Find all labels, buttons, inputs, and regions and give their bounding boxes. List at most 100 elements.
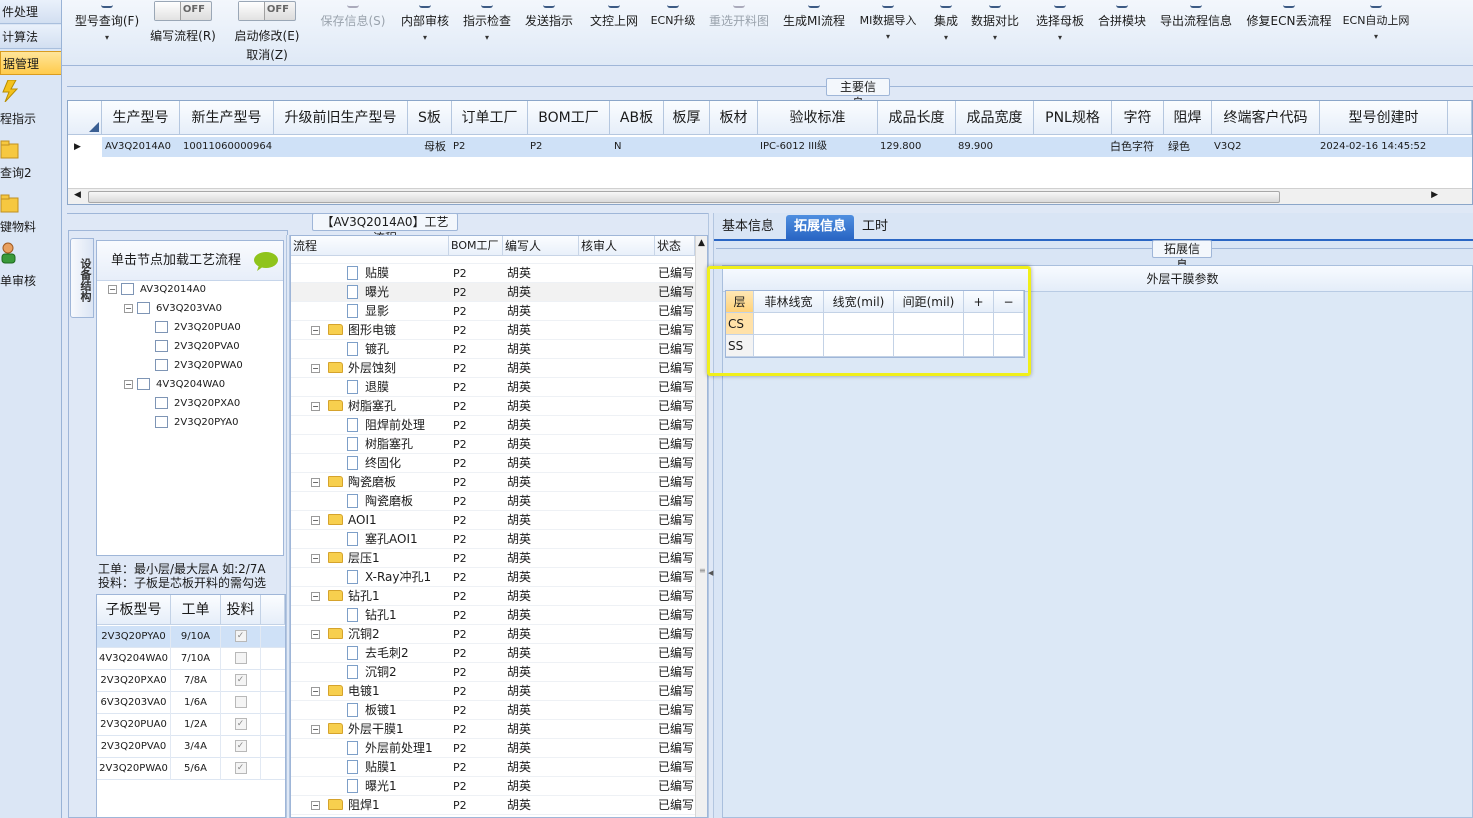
flow-node[interactable]: 曝光 <box>347 283 389 302</box>
table-row[interactable]: 2V3Q20PYA0 9/10A ✓ <box>97 626 285 648</box>
flow-node[interactable]: − 电镀1 <box>311 682 380 701</box>
column-header-overflow[interactable] <box>1448 101 1472 135</box>
nav-item-key-material[interactable]: 键物料 <box>0 190 61 238</box>
cancel-label[interactable]: 取消(Z) <box>232 46 302 63</box>
save-info-button[interactable]: 保存信息(S) <box>316 0 390 64</box>
nav-item-review[interactable]: 单审核 <box>0 242 61 290</box>
flow-node[interactable]: − 陶瓷磨板 <box>311 473 396 492</box>
column-header[interactable]: 升级前旧生产型号 <box>274 101 408 135</box>
column-header[interactable]: 新生产型号 <box>180 101 274 135</box>
write-flow-toggle[interactable]: OFF 编写流程(R) <box>148 0 218 64</box>
column-header[interactable]: 编写人 <box>503 236 579 256</box>
ecn-upgrade-button[interactable]: ECN升级 <box>648 0 698 64</box>
flow-row[interactable]: 塞孔AOI1 P2 胡英 已编写 <box>291 530 695 549</box>
flow-row[interactable]: 显影 P2 胡英 已编写 <box>291 302 695 321</box>
flow-node[interactable]: 终固化 <box>347 454 401 473</box>
flow-node[interactable]: 曝光1 <box>347 777 397 796</box>
collapse-icon[interactable]: − <box>311 630 320 639</box>
flow-row[interactable]: 贴膜 P2 胡英 已编写 <box>291 264 695 283</box>
collapse-icon[interactable]: − <box>311 478 320 487</box>
column-header[interactable]: 生产型号 <box>102 101 180 135</box>
flow-row[interactable]: 贴膜1 P2 胡英 已编写 <box>291 758 695 777</box>
flow-node[interactable]: − AOI1 <box>311 511 377 530</box>
flow-row[interactable]: − 树脂塞孔 P2 胡英 已编写 <box>291 397 695 416</box>
merge-module-button[interactable]: 合拼模块 <box>1096 0 1148 64</box>
flow-row[interactable]: 终固化 P2 胡英 已编写 <box>291 454 695 473</box>
collapse-icon[interactable]: − <box>108 285 117 294</box>
scroll-grip-icon[interactable]: ≡ <box>699 566 706 575</box>
repair-ecn-flow-button[interactable]: 修复ECN丢流程 <box>1246 0 1332 64</box>
tab-work-hours[interactable]: 工时 <box>854 215 896 239</box>
data-compare-button[interactable]: 数据对比 ▾ <box>970 0 1020 64</box>
flow-node[interactable]: 沉铜2 <box>347 663 397 682</box>
flow-row[interactable]: 陶瓷磨板 P2 胡英 已编写 <box>291 492 695 511</box>
flow-row[interactable]: 外层前处理1 P2 胡英 已编写 <box>291 739 695 758</box>
column-header[interactable]: 核审人 <box>579 236 655 256</box>
flow-node[interactable]: 去毛刺2 <box>347 644 409 663</box>
collapse-icon[interactable]: − <box>311 592 320 601</box>
table-row[interactable]: 2V3Q20PUA0 1/2A ✓ <box>97 714 285 736</box>
toggle-switch[interactable]: OFF <box>238 1 296 21</box>
model-query-button[interactable]: 型号查询(F) ▾ <box>72 0 142 64</box>
tree-node[interactable]: 2V3Q20PXA0 <box>155 394 240 413</box>
tab-extended-info[interactable]: 拓展信息 <box>786 215 855 239</box>
flow-node[interactable]: − 树脂塞孔 <box>311 397 396 416</box>
material-checkbox[interactable] <box>234 696 247 708</box>
column-header[interactable]: 流程 <box>291 236 449 256</box>
column-header[interactable]: 终端客户代码 <box>1212 101 1320 135</box>
horizontal-scrollbar[interactable]: ◀ ▶ <box>68 188 1472 204</box>
column-header[interactable]: 字符 <box>1112 101 1164 135</box>
flow-node[interactable]: 板镀1 <box>347 701 397 720</box>
generate-mi-flow-button[interactable]: 生成MI流程 <box>778 0 850 64</box>
flow-row[interactable]: − 阻焊1 P2 胡英 已编写 <box>291 796 695 815</box>
nav-item-process-instruction[interactable]: 程指示 <box>0 80 61 128</box>
collapse-icon[interactable]: − <box>311 326 320 335</box>
flow-node[interactable]: − 钻孔1 <box>311 587 380 606</box>
column-header[interactable]: PNL规格 <box>1034 101 1112 135</box>
flow-row[interactable]: 曝光1 P2 胡英 已编写 <box>291 777 695 796</box>
table-row[interactable]: 2V3Q20PVA0 3/4A ✓ <box>97 736 285 758</box>
material-checkbox[interactable]: ✓ <box>234 718 247 730</box>
column-header[interactable]: 子板型号 <box>97 595 171 625</box>
send-instruction-button[interactable]: 发送指示 <box>522 0 576 64</box>
column-header[interactable]: 板厚 <box>664 101 710 135</box>
flow-node[interactable]: − 外层蚀刻 <box>311 359 396 378</box>
nav-item-file[interactable]: 件处理 <box>0 0 61 24</box>
column-header[interactable]: AB板 <box>610 101 664 135</box>
toggle-switch[interactable]: OFF <box>154 1 212 21</box>
flow-row[interactable]: − 钻孔1 P2 胡英 已编写 <box>291 587 695 606</box>
vertical-splitter[interactable] <box>286 235 290 818</box>
column-header[interactable]: BOM工厂 <box>449 236 503 256</box>
collapse-icon[interactable]: − <box>124 304 133 313</box>
flow-node[interactable]: 贴膜1 <box>347 758 397 777</box>
export-flow-info-button[interactable]: 导出流程信息 <box>1158 0 1234 64</box>
mi-data-import-button[interactable]: MI数据导入 ▾ <box>856 0 920 64</box>
collapse-icon[interactable]: − <box>124 380 133 389</box>
flow-row[interactable]: 去毛刺2 P2 胡英 已编写 <box>291 644 695 663</box>
column-header[interactable]: 阻焊 <box>1164 101 1212 135</box>
material-checkbox[interactable]: ✓ <box>234 762 247 774</box>
internal-review-button[interactable]: 内部审核 ▾ <box>398 0 452 64</box>
flow-node[interactable]: 塞孔AOI1 <box>347 530 418 549</box>
flow-row[interactable]: − 外层蚀刻 P2 胡英 已编写 <box>291 359 695 378</box>
collapse-icon[interactable]: − <box>311 402 320 411</box>
flow-row[interactable]: 沉铜2 P2 胡英 已编写 <box>291 663 695 682</box>
flow-node[interactable]: X-Ray冲孔1 <box>347 568 431 587</box>
flow-row[interactable]: − 层压1 P2 胡英 已编写 <box>291 549 695 568</box>
collapse-icon[interactable]: − <box>311 687 320 696</box>
flow-row[interactable]: 镀孔 P2 胡英 已编写 <box>291 340 695 359</box>
flow-row[interactable]: 曝光 P2 胡英 已编写 <box>291 283 695 302</box>
flow-row[interactable]: − 沉铜2 P2 胡英 已编写 <box>291 625 695 644</box>
column-header[interactable]: 成品宽度 <box>956 101 1034 135</box>
select-mother-board-button[interactable]: 选择母板 ▾ <box>1032 0 1088 64</box>
flow-node[interactable]: 镀孔 <box>347 340 389 359</box>
nav-item-data-management[interactable]: 据管理 <box>0 51 61 75</box>
flow-node[interactable]: 陶瓷磨板 <box>347 492 413 511</box>
flow-node[interactable]: 外层前处理1 <box>347 739 433 758</box>
tree-node[interactable]: 2V3Q20PWA0 <box>155 356 243 375</box>
flow-node[interactable]: 显影 <box>347 302 389 321</box>
collapse-icon[interactable]: − <box>311 516 320 525</box>
flow-node[interactable]: 阻焊前处理 <box>347 416 425 435</box>
flow-node[interactable]: − 沉铜2 <box>311 625 380 644</box>
scroll-left-icon[interactable]: ◀ <box>74 190 81 200</box>
